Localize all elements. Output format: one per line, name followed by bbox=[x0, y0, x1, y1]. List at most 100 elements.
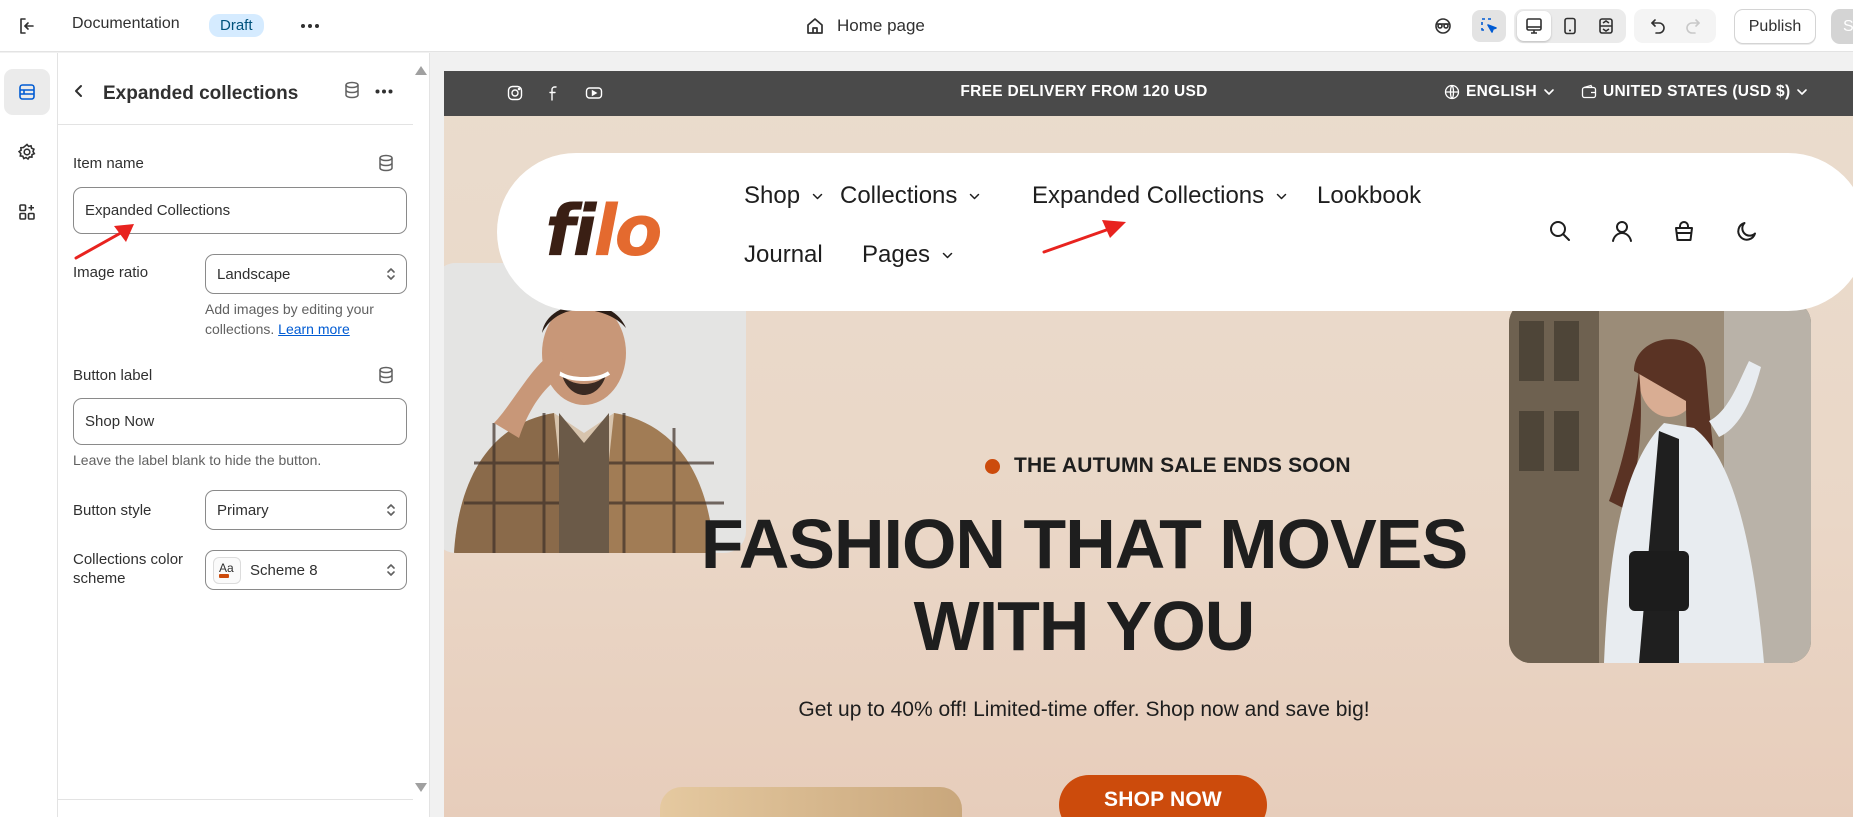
nav-journal[interactable]: Journal bbox=[744, 241, 823, 269]
hero-eyebrow: THE AUTUMN SALE ENDS SOON bbox=[985, 454, 1351, 478]
item-name-input[interactable]: Expanded Collections bbox=[73, 187, 407, 234]
nav-label: Pages bbox=[862, 241, 931, 268]
panel-title: Expanded collections bbox=[103, 83, 299, 104]
settings-panel: Expanded collections Item name Expanded … bbox=[58, 53, 430, 817]
select-caret-icon bbox=[386, 266, 396, 282]
logo-part-1: fi bbox=[545, 190, 596, 272]
item-name-value: Expanded Collections bbox=[85, 202, 231, 219]
headline-line-2: WITH YOU bbox=[913, 587, 1256, 665]
back-arrow-icon[interactable] bbox=[68, 80, 90, 102]
chevron-down-icon bbox=[1796, 88, 1808, 96]
language-value: ENGLISH bbox=[1466, 83, 1537, 100]
scroll-down-arrow[interactable] bbox=[415, 783, 427, 792]
image-ratio-label: Image ratio bbox=[73, 264, 149, 281]
dynamic-source-icon[interactable] bbox=[342, 80, 364, 102]
home-icon bbox=[805, 16, 825, 36]
chevron-down-icon bbox=[1276, 193, 1287, 200]
color-scheme-value: Scheme 8 bbox=[250, 561, 318, 579]
button-style-select[interactable]: Primary bbox=[205, 490, 407, 530]
viewport-switcher bbox=[1514, 9, 1626, 43]
fullwidth-icon[interactable] bbox=[1589, 11, 1623, 41]
button-label-input[interactable]: Shop Now bbox=[73, 398, 407, 445]
exit-icon[interactable] bbox=[14, 13, 40, 39]
chevron-down-icon bbox=[969, 193, 980, 200]
globe-icon bbox=[1444, 84, 1460, 100]
button-label-value: Shop Now bbox=[85, 413, 155, 430]
item-name-label: Item name bbox=[73, 155, 144, 172]
publish-button[interactable]: Publish bbox=[1734, 9, 1816, 44]
chevron-down-icon bbox=[942, 252, 953, 259]
theme-inspector-icon[interactable] bbox=[1426, 10, 1460, 42]
editor-topbar: Documentation Draft Home page Publish S bbox=[0, 0, 1853, 52]
scheme-swatch: Aa bbox=[213, 556, 241, 584]
wallet-icon bbox=[1581, 84, 1597, 100]
editor-sidebar-rail bbox=[0, 53, 58, 817]
image-ratio-value: Landscape bbox=[217, 265, 291, 283]
apps-icon[interactable] bbox=[4, 189, 50, 235]
settings-gear-icon[interactable] bbox=[4, 129, 50, 175]
color-scheme-select[interactable]: Aa Scheme 8 bbox=[205, 550, 407, 590]
nav-expanded-collections[interactable]: Expanded Collections bbox=[1032, 182, 1287, 210]
dark-mode-icon[interactable] bbox=[1732, 216, 1762, 246]
eyebrow-dot bbox=[985, 458, 1000, 474]
page-selector[interactable]: Home page bbox=[805, 13, 925, 39]
logo-part-2: lo bbox=[593, 190, 662, 272]
language-selector[interactable]: ENGLISH bbox=[1444, 83, 1555, 101]
select-element-icon[interactable] bbox=[1472, 10, 1506, 42]
history-controls bbox=[1634, 9, 1716, 43]
more-horizontal-icon[interactable] bbox=[296, 13, 324, 39]
nav-collections[interactable]: Collections bbox=[840, 182, 980, 210]
collection-card-peek bbox=[660, 787, 962, 817]
status-badge: Draft bbox=[209, 14, 264, 37]
nav-label: Lookbook bbox=[1317, 182, 1422, 209]
dynamic-source-icon[interactable] bbox=[376, 153, 396, 173]
image-ratio-select[interactable]: Landscape bbox=[205, 254, 407, 294]
cart-icon[interactable] bbox=[1669, 216, 1699, 246]
currency-selector[interactable]: UNITED STATES (USD $) bbox=[1581, 83, 1808, 101]
sections-icon[interactable] bbox=[4, 69, 50, 115]
account-icon[interactable] bbox=[1607, 216, 1637, 246]
undo-icon[interactable] bbox=[1641, 10, 1675, 42]
nav-label: Collections bbox=[840, 182, 958, 209]
dynamic-source-icon[interactable] bbox=[376, 365, 396, 385]
more-horizontal-icon[interactable] bbox=[371, 80, 397, 102]
nav-shop[interactable]: Shop bbox=[744, 182, 823, 210]
button-style-label: Button style bbox=[73, 502, 152, 519]
nav-pages[interactable]: Pages bbox=[862, 241, 953, 269]
button-style-value: Primary bbox=[217, 501, 269, 519]
hero-subtext: Get up to 40% off! Limited-time offer. S… bbox=[798, 698, 1370, 721]
header-nav: filo Shop Collections Expanded Collectio… bbox=[497, 153, 1853, 311]
button-label-label: Button label bbox=[73, 367, 153, 384]
redo-icon[interactable] bbox=[1676, 10, 1710, 42]
headline-line-1: FASHION THAT MOVES bbox=[700, 505, 1468, 583]
nav-label: Shop bbox=[744, 182, 801, 209]
scroll-up-arrow[interactable] bbox=[415, 66, 427, 75]
select-caret-icon bbox=[386, 562, 396, 578]
nav-lookbook[interactable]: Lookbook bbox=[1317, 182, 1421, 210]
color-scheme-label: Collections color scheme bbox=[73, 551, 184, 587]
panel-footer-divider bbox=[58, 799, 413, 800]
save-button[interactable]: S bbox=[1831, 9, 1853, 44]
mobile-icon[interactable] bbox=[1553, 11, 1587, 41]
page-name: Home page bbox=[837, 16, 925, 35]
select-caret-icon bbox=[386, 502, 396, 518]
eyebrow-text: THE AUTUMN SALE ENDS SOON bbox=[1014, 454, 1351, 477]
announcement-bar: FREE DELIVERY FROM 120 USD ENGLISH UNITE… bbox=[444, 71, 1853, 116]
nav-label: Journal bbox=[744, 241, 823, 268]
scheme-swatch-text: Aa bbox=[219, 560, 234, 575]
chevron-down-icon bbox=[1543, 88, 1555, 96]
currency-value: UNITED STATES (USD $) bbox=[1603, 83, 1791, 100]
button-label-help: Leave the label blank to hide the button… bbox=[73, 452, 322, 468]
search-icon[interactable] bbox=[1545, 216, 1575, 246]
hero-headline: FASHION THAT MOVES WITH YOU bbox=[444, 503, 1724, 667]
learn-more-link[interactable]: Learn more bbox=[278, 321, 350, 337]
panel-header: Expanded collections bbox=[58, 53, 413, 125]
desktop-icon[interactable] bbox=[1517, 11, 1551, 41]
chevron-down-icon bbox=[812, 193, 823, 200]
nav-label: Expanded Collections bbox=[1032, 182, 1265, 209]
store-logo[interactable]: filo bbox=[545, 190, 663, 272]
shop-now-button[interactable]: SHOP NOW bbox=[1059, 775, 1267, 817]
theme-name[interactable]: Documentation bbox=[72, 15, 180, 33]
scheme-swatch-accent bbox=[219, 573, 229, 578]
storefront-preview[interactable]: FREE DELIVERY FROM 120 USD ENGLISH UNITE… bbox=[444, 71, 1853, 817]
